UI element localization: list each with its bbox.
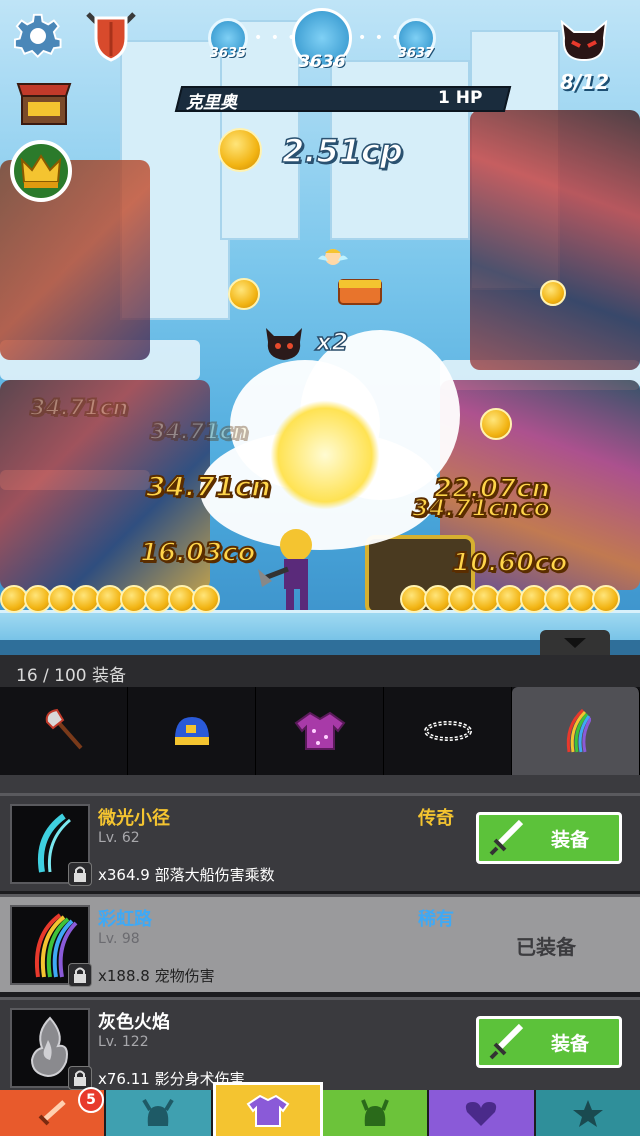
nav-tab-clan[interactable] [429, 1090, 536, 1136]
nav-tab-pets[interactable] [322, 1090, 430, 1136]
item-name: 灰色火焰 [98, 1012, 170, 1033]
chevron-down-icon [564, 638, 586, 648]
dropped-coin[interactable] [228, 278, 260, 310]
shirt-icon [294, 711, 345, 750]
tab-weapon[interactable] [0, 687, 128, 775]
equipped-status: 已装备 [516, 935, 576, 959]
gold-amount: 2.51cp [281, 131, 403, 171]
settings-gear-icon[interactable] [14, 12, 62, 60]
stage-progress: 3635 • • • 3636 • • • 3637 [200, 8, 450, 76]
damage-number: 34.71cnco [411, 493, 551, 523]
item-rarity: 稀有 [418, 909, 454, 930]
horned-helmet-icon [361, 1099, 389, 1126]
tab-slash[interactable] [512, 687, 640, 775]
lock-icon [68, 862, 92, 886]
equipment-item[interactable]: 微光小径 传奇 Lv. 62 x364.9 部落大船伤害乘数 装备 [0, 793, 640, 891]
equip-button[interactable]: 装备 [476, 812, 622, 864]
stage-next-number: 3637 [397, 46, 435, 61]
nav-tab-heroes[interactable] [106, 1090, 213, 1136]
item-name: 彩虹路 [98, 909, 152, 930]
panel-collapse-button[interactable] [540, 630, 610, 655]
item-name: 微光小径 [98, 808, 170, 829]
wave-counter: 8/12 [560, 70, 610, 94]
axe-icon [45, 708, 82, 750]
sword-icon [38, 1100, 66, 1126]
impact-burst [270, 400, 380, 510]
hero-crowd-right-upper [470, 110, 640, 370]
viking-helmet-icon [142, 1098, 175, 1126]
item-level: Lv. 122 [98, 1034, 149, 1050]
crown-button[interactable] [10, 140, 72, 202]
damage-number: 34.71cn [149, 419, 249, 446]
tab-armor[interactable] [256, 687, 384, 775]
hero-character [258, 529, 312, 611]
gold-coin-icon [218, 128, 262, 172]
item-effect: x188.8 宠物伤害 [98, 967, 215, 985]
nav-tab-shop[interactable] [535, 1090, 640, 1136]
tabs-divider [0, 775, 640, 793]
equip-button-label: 装备 [551, 828, 590, 851]
multiplier-label: x2 [315, 327, 349, 357]
cap-icon [174, 717, 209, 745]
equipment-count-bar: 16 / 100 装备 [0, 655, 640, 687]
wristband-icon [423, 721, 472, 741]
damage-number: 16.03co [139, 537, 257, 569]
item-level: Lv. 98 [98, 931, 140, 947]
shirt-icon [246, 1094, 290, 1127]
coin-pile-left[interactable] [0, 585, 220, 613]
lock-icon [68, 963, 92, 987]
crown-icon [20, 154, 62, 188]
tab-helmet[interactable] [128, 687, 256, 775]
boss-name: 克里奥 [186, 93, 237, 113]
dropped-coin[interactable] [540, 280, 566, 306]
boss-devil-icon[interactable] [560, 20, 608, 62]
item-level: Lv. 62 [98, 830, 140, 846]
item-rarity: 传奇 [418, 808, 454, 829]
equipment-item[interactable]: 灰色火焰 Lv. 122 x76.11 影分身术伤害 装备 [0, 997, 640, 1090]
star-icon [572, 1100, 603, 1127]
stage-current-number: 3636 [298, 52, 346, 72]
stage-prev-number: 3635 [209, 46, 247, 61]
item-effect: x364.9 部落大船伤害乘数 [98, 866, 275, 884]
clan-shield-icon[interactable] [86, 10, 136, 62]
sword-icon [489, 1023, 524, 1060]
equipment-category-tabs [0, 687, 640, 775]
notification-badge: 5 [78, 1087, 104, 1113]
coin-pile-right[interactable] [400, 585, 620, 613]
tab-accessory[interactable] [384, 687, 512, 775]
equipment-count: 16 / 100 装备 [16, 666, 127, 686]
rainbow-slash-icon [566, 708, 591, 753]
equip-button[interactable]: 装备 [476, 1016, 622, 1068]
dropped-coin[interactable] [480, 408, 512, 440]
sword-icon [489, 819, 524, 856]
damage-number: 34.71cn [145, 469, 272, 504]
nav-tab-equipment[interactable] [212, 1082, 323, 1136]
boss-hp: 1 HP [438, 88, 483, 108]
heart-icon [466, 1102, 497, 1126]
damage-number: 10.60co [451, 547, 569, 579]
shop-stall-icon[interactable] [14, 78, 74, 128]
equip-button-label: 装备 [551, 1032, 590, 1055]
damage-number: 34.71cn [29, 395, 129, 422]
equipment-item[interactable]: 彩虹路 稀有 Lv. 98 x188.8 宠物伤害 已装备 [0, 894, 640, 992]
game-scene[interactable]: 34.71cn 34.71cn 34.71cn 22.07cn 34.71cnc… [0, 0, 640, 655]
fairy-icon[interactable] [318, 245, 348, 279]
demon-head-icon [266, 328, 302, 360]
